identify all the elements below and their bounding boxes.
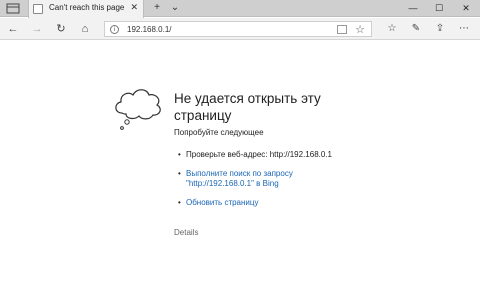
suggestion-list: Проверьте веб-адрес: http://192.168.0.1 … <box>178 150 378 217</box>
favorites-hub-icon[interactable]: ☆ <box>384 21 400 37</box>
more-icon[interactable]: ⋯ <box>456 21 472 37</box>
tab-close-icon[interactable]: ✕ <box>130 2 138 13</box>
list-item: Обновить страницу <box>178 198 378 208</box>
tab-title: Can't reach this page <box>49 3 125 12</box>
home-button[interactable]: ⌂ <box>77 21 93 37</box>
check-address-text: Проверьте веб-адрес: http://192.168.0.1 <box>186 150 332 159</box>
tab-strip: Can't reach this page ✕ + ⌄ — ☐ ✕ <box>0 0 480 18</box>
cloud-icon <box>115 89 161 130</box>
refresh-page-link[interactable]: Обновить страницу <box>186 198 258 207</box>
page-icon <box>33 4 43 14</box>
bing-search-link-continued[interactable]: "http://192.168.0.1" в Bing <box>186 179 378 189</box>
share-icon[interactable]: ⇪ <box>432 21 448 37</box>
close-window-button[interactable]: ✕ <box>453 0 479 17</box>
navigation-bar: ← → ↻ ⌂ i 192.168.0.1/ ☆ ☆ ✎ ⇪ ⋯ <box>0 18 480 40</box>
bing-search-link[interactable]: Выполните поиск по запросу <box>186 169 378 179</box>
notes-icon[interactable]: ✎ <box>408 21 424 37</box>
maximize-button[interactable]: ☐ <box>426 0 452 17</box>
url-text[interactable]: 192.168.0.1/ <box>127 25 171 34</box>
minimize-button[interactable]: — <box>400 0 426 17</box>
back-button[interactable]: ← <box>5 21 21 37</box>
new-tab-button[interactable]: + <box>150 1 164 15</box>
error-subtitle: Попробуйте следующее <box>174 128 264 137</box>
forward-button[interactable]: → <box>29 21 45 37</box>
list-item: Проверьте веб-адрес: http://192.168.0.1 <box>178 150 378 160</box>
tabs-aside-icon[interactable] <box>6 3 20 14</box>
reading-view-icon[interactable] <box>337 25 347 34</box>
refresh-button[interactable]: ↻ <box>53 21 69 37</box>
list-item: Выполните поиск по запросу "http://192.1… <box>178 169 378 189</box>
error-title: Не удается открыть эту страницу <box>174 91 321 123</box>
info-icon[interactable]: i <box>110 25 119 34</box>
details-button[interactable]: Details <box>174 228 198 237</box>
tab-dropdown-icon[interactable]: ⌄ <box>168 1 182 15</box>
active-tab[interactable]: Can't reach this page ✕ <box>28 0 144 18</box>
address-bar[interactable]: i 192.168.0.1/ ☆ <box>104 21 372 37</box>
favorite-star-icon[interactable]: ☆ <box>355 23 365 36</box>
